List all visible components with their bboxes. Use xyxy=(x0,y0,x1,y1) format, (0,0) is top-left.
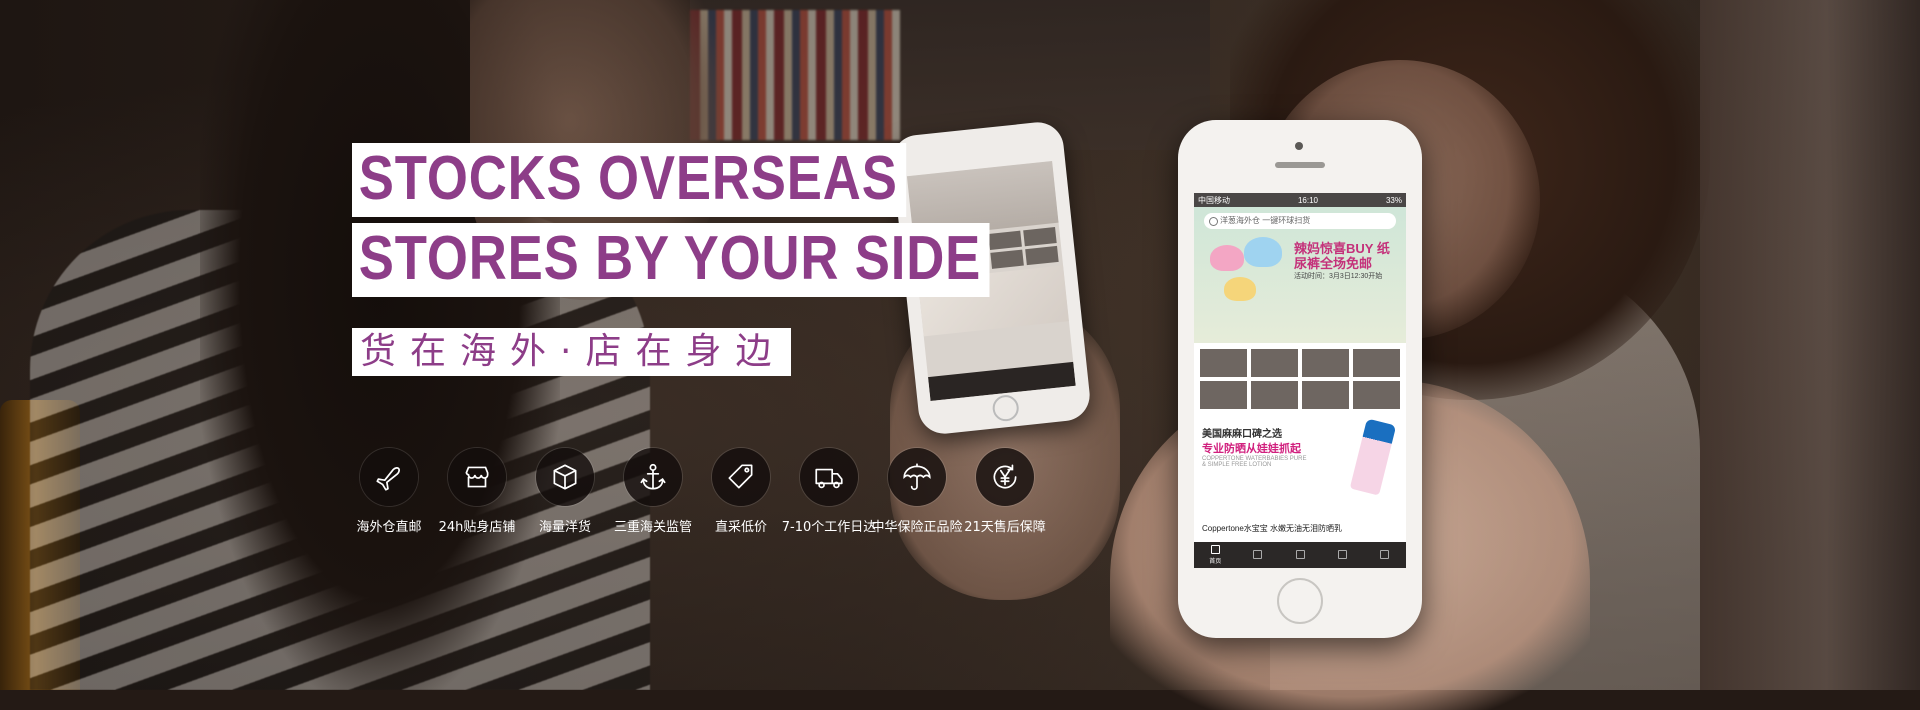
status-bar: 中国移动 16:10 33% xyxy=(1194,193,1406,207)
feature-item: 24h贴身店铺 xyxy=(433,448,521,535)
app-promo-card[interactable]: 美国麻麻口碑之选 专业防晒从娃娃抓起 COPPERTONE WATERBABIE… xyxy=(1194,415,1406,523)
category-tile[interactable] xyxy=(1200,381,1247,409)
app-search-bar[interactable]: 洋葱海外仓 一键环球扫货 xyxy=(1204,213,1396,229)
parachute-balloon xyxy=(1224,277,1256,301)
category-tile[interactable] xyxy=(1251,349,1298,377)
product-name[interactable]: Coppertone水宝宝 水嫩无油无泪防晒乳 xyxy=(1194,523,1406,534)
anchor-icon xyxy=(624,448,682,506)
feature-label: 海外仓直邮 xyxy=(356,520,422,535)
app-hero-banner[interactable]: 洋葱海外仓 一键环球扫货 辣妈惊喜BUY 纸尿裤全场免邮 活动时间：3月3日12… xyxy=(1194,207,1406,343)
headline-line-1: STOCKS OVERSEAS xyxy=(352,143,907,217)
category-tile[interactable] xyxy=(1251,381,1298,409)
price-tag-icon xyxy=(712,448,770,506)
search-icon xyxy=(1209,217,1218,226)
user-icon xyxy=(1380,549,1390,559)
category-tile[interactable] xyxy=(1353,349,1400,377)
yen-refresh-icon xyxy=(976,448,1034,506)
feature-label: 三重海关监管 xyxy=(613,520,692,535)
feature-label: 24h贴身店铺 xyxy=(438,520,516,535)
feature-label: 21天售后保障 xyxy=(964,520,1046,535)
app-tabbar: 首页 xyxy=(1194,542,1406,568)
category-tile[interactable] xyxy=(1200,349,1247,377)
feature-label: 直采低价 xyxy=(714,520,767,535)
front-camera xyxy=(1295,142,1303,150)
app-hero-subtitle: 活动时间：3月3日12:30开始 xyxy=(1294,273,1383,280)
status-carrier: 中国移动 xyxy=(1198,195,1230,205)
home-button xyxy=(1277,578,1323,624)
home-icon xyxy=(1210,545,1220,554)
tab-messages[interactable] xyxy=(1321,542,1363,568)
feature-item: 海外仓直邮 xyxy=(345,448,433,535)
phone-main-screen: 中国移动 16:10 33% 洋葱海外仓 一键环球扫货 辣妈惊喜BUY 纸尿裤全… xyxy=(1194,193,1406,568)
category-tile[interactable] xyxy=(1353,381,1400,409)
cart-icon xyxy=(1295,549,1305,559)
feature-item: 21天售后保障 xyxy=(961,448,1049,535)
tab-category[interactable] xyxy=(1236,542,1278,568)
store-icon xyxy=(448,448,506,506)
speaker xyxy=(1275,162,1325,168)
truck-icon xyxy=(800,448,858,506)
status-time: 16:10 xyxy=(1297,195,1318,205)
airplane-icon xyxy=(360,448,418,506)
parachute-balloon xyxy=(1244,237,1282,267)
foreground-person xyxy=(1700,0,1920,690)
tab-profile[interactable] xyxy=(1364,542,1406,568)
list-icon xyxy=(1253,549,1263,559)
umbrella-icon xyxy=(888,448,946,506)
feature-item: 7-10个工作日达 xyxy=(782,448,876,535)
app-category-grid xyxy=(1194,343,1406,415)
feature-item: 中华保险正品险 xyxy=(871,448,963,535)
feature-item: 三重海关监管 xyxy=(609,448,697,535)
subtitle: 货在海外·店在身边 xyxy=(352,328,792,376)
app-search-text: 洋葱海外仓 一键环球扫货 xyxy=(1220,216,1311,225)
tab-home[interactable]: 首页 xyxy=(1194,542,1236,568)
status-battery: 33% xyxy=(1385,195,1402,205)
phone-main: 中国移动 16:10 33% 洋葱海外仓 一键环球扫货 辣妈惊喜BUY 纸尿裤全… xyxy=(1178,120,1422,638)
parachute-balloon xyxy=(1210,245,1244,271)
books xyxy=(690,10,900,140)
feature-list: 海外仓直邮 24h贴身店铺 海量洋货 三重海关监管 直采低价 7-10个工作日达 xyxy=(345,448,1049,535)
tab-cart[interactable] xyxy=(1279,542,1321,568)
promo-english: COPPERTONE WATERBABIES PURE & SIMPLE FRE… xyxy=(1202,456,1307,468)
feature-label: 中华保险正品险 xyxy=(871,520,963,535)
feature-item: 直采低价 xyxy=(697,448,785,535)
box-icon xyxy=(536,448,594,506)
app-hero-title: 辣妈惊喜BUY 纸尿裤全场免邮 xyxy=(1294,241,1390,271)
feature-item: 海量洋货 xyxy=(521,448,609,535)
headline-line-2: STORES BY YOUR SIDE xyxy=(352,223,990,297)
feature-label: 7-10个工作日达 xyxy=(781,520,877,535)
feature-label: 海量洋货 xyxy=(538,520,591,535)
category-tile[interactable] xyxy=(1302,349,1349,377)
category-tile[interactable] xyxy=(1302,381,1349,409)
phone-small-home-button xyxy=(991,393,1020,423)
chat-icon xyxy=(1337,549,1347,559)
